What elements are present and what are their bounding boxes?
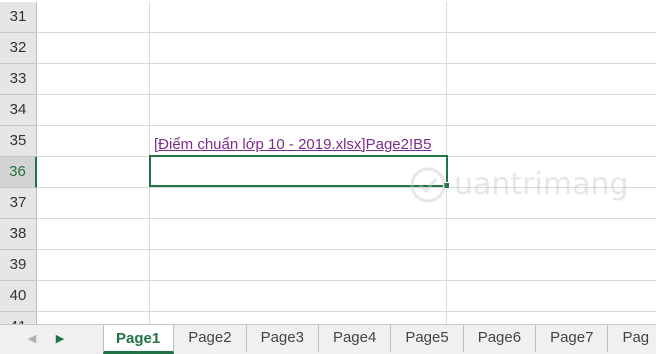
cell-b[interactable] [150,33,447,64]
row-header[interactable]: 37 [0,188,37,219]
sheet-row: 38 [0,219,656,250]
row-header[interactable]: 41 [0,312,37,324]
cell-a[interactable] [37,33,150,64]
cell-b[interactable] [150,219,447,250]
sheet-row: 36 [0,157,656,188]
cell-c[interactable] [447,188,656,219]
sheet-tabs: Page1 Page2 Page3 Page4 Page5 Page6 Page7 Pag [103,325,656,354]
cell-a[interactable] [37,95,150,126]
row-header[interactable]: 36 [0,157,37,188]
sheet-tab[interactable]: Page6 [463,325,537,352]
cell-b[interactable] [150,250,447,281]
cell-b[interactable] [150,95,447,126]
sheet-tab[interactable]: Page5 [391,325,464,352]
cell-c[interactable] [447,2,656,33]
cell-c[interactable] [447,312,656,324]
sheet-tab[interactable]: Page3 [246,325,319,352]
row-header[interactable]: 34 [0,95,37,126]
cell-b[interactable] [150,281,447,312]
cell-a[interactable] [37,250,150,281]
cell-a[interactable] [37,312,150,324]
scroll-tabs-right-button[interactable]: ▶ [46,325,74,354]
spreadsheet-window: 31 32 33 34 35 [Điểm chuẩn lớp 10 - 2019.xlsx… [0,0,656,354]
cell-c[interactable] [447,126,656,157]
row-header[interactable]: 39 [0,250,37,281]
cell-b[interactable] [150,64,447,95]
sheet-tab[interactable]: Page4 [318,325,392,352]
cell-c[interactable] [447,33,656,64]
scroll-tabs-left-button[interactable]: ◀ [18,325,46,354]
cell-b[interactable] [150,312,447,324]
cell-a[interactable] [37,281,150,312]
row-header[interactable]: 33 [0,64,37,95]
cell-a[interactable] [37,219,150,250]
fill-handle[interactable] [443,182,450,189]
triangle-right-icon: ▶ [55,333,65,345]
triangle-left-icon: ◀ [27,333,37,345]
sheet-row: 31 [0,2,656,33]
sheet-tab[interactable]: Page1 [103,325,175,354]
sheet-row: 37 [0,188,656,219]
sheet-tab[interactable]: Page2 [174,325,247,352]
cell-b[interactable] [150,157,447,188]
hyperlink-text[interactable]: [Điểm chuẩn lớp 10 - 2019.xlsx]Page2!B5 [150,136,432,154]
cell-a[interactable] [37,157,150,188]
row-header[interactable]: 40 [0,281,37,312]
row-header[interactable]: 35 [0,126,37,157]
cell-c[interactable] [447,95,656,126]
sheet-row: 33 [0,64,656,95]
cell-c[interactable] [447,157,656,188]
cell-a[interactable] [37,126,150,157]
row-header[interactable]: 31 [0,2,37,33]
row-header[interactable]: 38 [0,219,37,250]
cell-c[interactable] [447,219,656,250]
sheet-row: 34 [0,95,656,126]
cell-a[interactable] [37,64,150,95]
sheet-row: 32 [0,33,656,64]
sheet-row: 40 [0,281,656,312]
sheet-tab-bar: ◀ ▶ Page1 Page2 Page3 Page4 Page5 Page6 Page7 P… [0,324,656,354]
cell-b[interactable]: [Điểm chuẩn lớp 10 - 2019.xlsx]Page2!B5 [150,126,447,157]
sheet-row: 41 [0,312,656,324]
worksheet-grid[interactable]: 31 32 33 34 35 [Điểm chuẩn lớp 10 - 2019.xlsx… [0,0,656,324]
sheet-tab[interactable]: Pag [608,325,656,352]
cell-c[interactable] [447,281,656,312]
cell-b[interactable] [150,188,447,219]
sheet-row: 39 [0,250,656,281]
sheet-row: 35 [Điểm chuẩn lớp 10 - 2019.xlsx]Page2!B… [0,126,656,157]
cell-a[interactable] [37,188,150,219]
cell-c[interactable] [447,64,656,95]
row-header[interactable]: 32 [0,33,37,64]
sheet-tab[interactable]: Page7 [536,325,609,352]
cell-b[interactable] [150,2,447,33]
cell-c[interactable] [447,250,656,281]
cell-a[interactable] [37,2,150,33]
